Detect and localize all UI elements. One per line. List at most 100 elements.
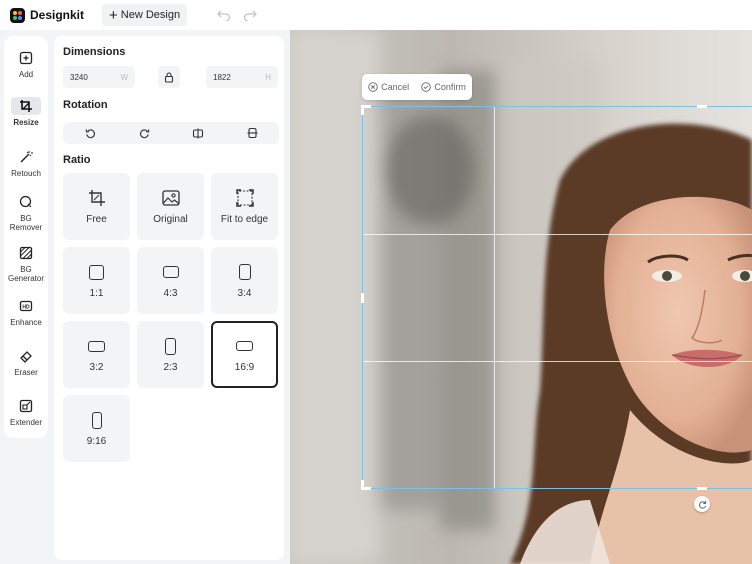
flip-vertical-button[interactable] xyxy=(225,122,279,144)
crop-edge-handle-bottom[interactable] xyxy=(697,487,707,490)
rotate-icon xyxy=(698,500,706,509)
lock-icon xyxy=(164,71,174,83)
rail-item-label: BG Remover xyxy=(9,214,43,232)
editor-canvas[interactable]: Cancel Confirm xyxy=(290,30,752,564)
plus-icon: + xyxy=(109,6,118,24)
tool-rail: Add Resize Retouch BG Remover BG Generat… xyxy=(4,36,48,438)
ratio-label: 2:3 xyxy=(163,362,178,373)
rail-item-label: Resize xyxy=(13,118,39,127)
ratio-label: 3:4 xyxy=(237,288,252,299)
crop-toolbar: Cancel Confirm xyxy=(362,74,472,100)
svg-text:HD: HD xyxy=(22,304,30,310)
ratio-label: 4:3 xyxy=(163,288,178,299)
width-input[interactable]: 3240 W xyxy=(63,66,135,88)
rail-item-bg-generator[interactable]: BG Generator xyxy=(4,244,48,283)
top-bar: Designkit + New Design xyxy=(0,0,752,30)
hd-icon: HD xyxy=(17,297,35,315)
rotate-left-button[interactable] xyxy=(63,122,117,144)
crop-edge-handle-left[interactable] xyxy=(361,293,364,303)
rail-item-add[interactable]: Add xyxy=(4,49,48,79)
flip-vertical-icon xyxy=(247,127,257,139)
rail-item-label: Extender xyxy=(9,418,43,427)
ratio-title: Ratio xyxy=(63,154,91,166)
ratio-option-16-9[interactable]: 16:9 xyxy=(211,321,278,388)
ratio-label: Free xyxy=(86,214,107,225)
crop-corner-handle-tl-v[interactable] xyxy=(361,105,364,115)
redo-icon[interactable] xyxy=(243,9,258,21)
rail-item-resize[interactable]: Resize xyxy=(4,97,48,127)
rail-item-label: Eraser xyxy=(14,368,38,377)
fit-to-edge-icon xyxy=(235,189,254,207)
rail-item-label: Enhance xyxy=(10,318,42,327)
rail-item-label: BG Generator xyxy=(7,265,45,283)
new-design-button[interactable]: + New Design xyxy=(102,4,188,26)
magic-wand-icon xyxy=(17,148,35,166)
ratio-2-3-icon xyxy=(165,336,176,356)
bg-generator-icon xyxy=(17,244,35,262)
close-circle-icon xyxy=(368,82,378,92)
ratio-1-1-icon xyxy=(89,262,104,282)
height-input[interactable]: 1822 H xyxy=(206,66,278,88)
ratio-option-4-3[interactable]: 4:3 xyxy=(137,247,204,314)
crop-grid-line xyxy=(494,107,496,488)
rotation-title: Rotation xyxy=(63,99,108,111)
ratio-option-3-2[interactable]: 3:2 xyxy=(63,321,130,388)
rail-item-label: Retouch xyxy=(11,169,41,178)
flip-horizontal-icon xyxy=(192,128,204,138)
rotation-bar xyxy=(63,122,279,144)
ratio-option-free[interactable]: Free xyxy=(63,173,130,240)
cancel-button[interactable]: Cancel xyxy=(368,82,409,92)
resize-panel: Dimensions 3240 W 1822 H Rotation Ratio … xyxy=(54,36,284,560)
ratio-option-original[interactable]: Original xyxy=(137,173,204,240)
rotate-handle[interactable] xyxy=(694,496,710,512)
crop-grid-line xyxy=(363,233,752,235)
flip-horizontal-button[interactable] xyxy=(171,122,225,144)
crop-grid-line xyxy=(363,360,752,362)
plus-square-icon xyxy=(17,49,35,67)
rail-item-label: Add xyxy=(18,70,34,79)
dimensions-title: Dimensions xyxy=(63,46,126,58)
check-circle-icon xyxy=(421,82,432,92)
new-design-label: New Design xyxy=(120,9,181,21)
undo-icon[interactable] xyxy=(217,9,231,21)
crop-frame[interactable] xyxy=(361,105,752,490)
rotate-left-icon xyxy=(85,128,95,138)
app-name: Designkit xyxy=(30,8,85,22)
ratio-4-3-icon xyxy=(162,262,179,282)
rotate-right-button[interactable] xyxy=(117,122,171,144)
ratio-3-2-icon xyxy=(88,336,105,356)
ratio-option-2-3[interactable]: 2:3 xyxy=(137,321,204,388)
rail-item-eraser[interactable]: Eraser xyxy=(4,347,48,377)
confirm-label: Confirm xyxy=(434,82,466,92)
width-unit: W xyxy=(120,72,128,82)
logo-mark-icon xyxy=(10,7,25,23)
ratio-label: Fit to edge xyxy=(220,214,269,225)
ratio-label: 16:9 xyxy=(234,362,255,373)
ratio-option-3-4[interactable]: 3:4 xyxy=(211,247,278,314)
image-icon xyxy=(161,190,180,206)
crop-icon xyxy=(11,97,41,115)
app-logo[interactable]: Designkit xyxy=(10,7,85,23)
confirm-button[interactable]: Confirm xyxy=(421,82,466,92)
ratio-label: 9:16 xyxy=(86,436,107,447)
aspect-lock-button[interactable] xyxy=(158,66,180,88)
rotate-right-icon xyxy=(139,128,149,138)
extender-icon xyxy=(17,397,35,415)
crop-corner-handle-bl-v[interactable] xyxy=(361,480,364,490)
width-value: 3240 xyxy=(70,72,88,82)
ratio-16-9-icon xyxy=(236,336,253,356)
height-value: 1822 xyxy=(213,72,231,82)
rail-item-extender[interactable]: Extender xyxy=(4,397,48,427)
rail-item-enhance[interactable]: HD Enhance xyxy=(4,297,48,327)
rail-item-retouch[interactable]: Retouch xyxy=(4,148,48,178)
crop-edge-handle-top[interactable] xyxy=(697,105,707,108)
cancel-label: Cancel xyxy=(381,82,410,92)
bg-remover-icon xyxy=(17,193,35,211)
ratio-option-9-16[interactable]: 9:16 xyxy=(63,395,130,462)
ratio-option-1-1[interactable]: 1:1 xyxy=(63,247,130,314)
free-crop-icon xyxy=(88,190,105,206)
ratio-option-fit-to-edge[interactable]: Fit to edge xyxy=(211,173,278,240)
ratio-9-16-icon xyxy=(91,410,102,430)
rail-item-bg-remover[interactable]: BG Remover xyxy=(4,193,48,232)
ratio-3-4-icon xyxy=(238,262,251,282)
